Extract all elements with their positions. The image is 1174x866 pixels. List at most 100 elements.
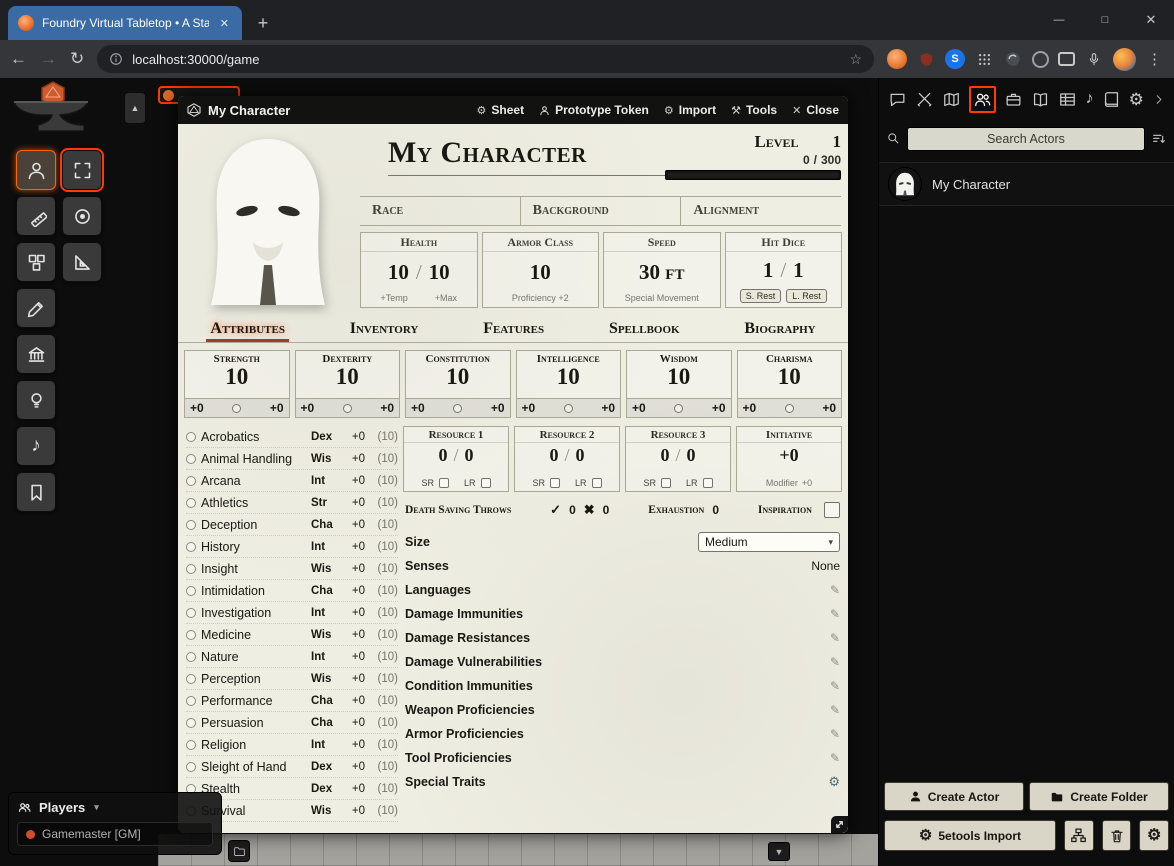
skill-name[interactable]: Nature (201, 650, 306, 664)
skill-row[interactable]: Deception Cha +0 (10) (186, 514, 398, 536)
browser-tab[interactable]: Foundry Virtual Tabletop • A Stan ✕ (8, 6, 242, 40)
long-rest-checkbox[interactable] (481, 478, 491, 488)
resize-handle[interactable] (831, 816, 848, 833)
sheet-window-header[interactable]: My Character ⚙Sheet Prototype Token ⚙Imp… (178, 96, 848, 124)
save-proficiency-radio[interactable] (343, 404, 352, 413)
grid-extension-icon[interactable] (974, 49, 994, 69)
settings-button[interactable]: ⚙ (1139, 820, 1169, 851)
capture-extension-icon[interactable] (1058, 52, 1075, 66)
skill-name[interactable]: Performance (201, 694, 306, 708)
foundry-extension-icon[interactable] (887, 49, 907, 69)
ability-name[interactable]: Charisma (738, 351, 842, 365)
ring-extension-icon[interactable] (1032, 51, 1049, 68)
skill-row[interactable]: Performance Cha +0 (10) (186, 690, 398, 712)
close-sheet-button[interactable]: ✕Close (792, 103, 839, 117)
skill-row[interactable]: Nature Int +0 (10) (186, 646, 398, 668)
alignment-field[interactable]: Alignment (681, 197, 841, 225)
armor-class-box[interactable]: Armor Class 10 Proficiency +2 (482, 232, 600, 308)
long-rest-checkbox[interactable] (703, 478, 713, 488)
health-box[interactable]: Health 10/10 +Temp+Max (360, 232, 478, 308)
actor-list-item[interactable]: My Character (879, 162, 1174, 206)
tab-compendium[interactable] (1102, 90, 1121, 109)
ability-name[interactable]: Intelligence (517, 351, 621, 365)
5etools-import-button[interactable]: ⚙ 5etools Import (884, 820, 1056, 851)
skill-proficiency-radio[interactable] (186, 696, 196, 706)
browser-menu-icon[interactable]: ⋮ (1145, 50, 1164, 68)
skill-row[interactable]: Religion Int +0 (10) (186, 734, 398, 756)
skill-proficiency-radio[interactable] (186, 432, 196, 442)
skill-proficiency-radio[interactable] (186, 586, 196, 596)
ability-name[interactable]: Dexterity (296, 351, 400, 365)
tab-playlists[interactable]: ♪ (1085, 91, 1093, 107)
site-info-icon[interactable] (109, 52, 123, 66)
folder-tree-button[interactable] (1064, 820, 1094, 851)
resource-box[interactable]: Resource 2 0/0 SR LR (514, 426, 620, 492)
skill-name[interactable]: Animal Handling (201, 452, 306, 466)
death-success-icon[interactable]: ✓ (550, 502, 561, 518)
resource-label[interactable]: Resource 2 (515, 427, 619, 443)
skill-name[interactable]: Religion (201, 738, 306, 752)
skill-name[interactable]: Perception (201, 672, 306, 686)
edit-icon[interactable]: ✎ (830, 655, 840, 669)
skill-row[interactable]: History Int +0 (10) (186, 536, 398, 558)
skill-name[interactable]: Sleight of Hand (201, 760, 306, 774)
sidebar-collapse-button[interactable] (1152, 93, 1165, 106)
skill-row[interactable]: Medicine Wis +0 (10) (186, 624, 398, 646)
forward-button[interactable]: → (40, 49, 57, 69)
skill-name[interactable]: Acrobatics (201, 430, 306, 444)
edit-icon[interactable]: ✎ (830, 703, 840, 717)
mic-extension-icon[interactable] (1084, 49, 1104, 69)
walls-tool-button[interactable] (16, 334, 56, 374)
skill-row[interactable]: Sleight of Hand Dex +0 (10) (186, 756, 398, 778)
drawing-tool-button[interactable] (16, 288, 56, 328)
create-actor-button[interactable]: Create Actor (884, 782, 1024, 811)
ability-block[interactable]: Intelligence 10 +0 +0 (516, 350, 622, 418)
skill-row[interactable]: Acrobatics Dex +0 (10) (186, 426, 398, 448)
ability-block[interactable]: Constitution 10 +0 +0 (405, 350, 511, 418)
ability-score[interactable]: 10 (738, 365, 842, 389)
skill-proficiency-radio[interactable] (186, 762, 196, 772)
resource-box[interactable]: Resource 1 0/0 SR LR (403, 426, 509, 492)
swirl-extension-icon[interactable] (1003, 49, 1023, 69)
short-rest-checkbox[interactable] (661, 478, 671, 488)
import-button[interactable]: ⚙Import (664, 103, 716, 117)
sheet-config-button[interactable]: ⚙Sheet (477, 103, 525, 117)
tab-chat[interactable] (888, 90, 907, 109)
search-input[interactable] (907, 127, 1145, 151)
skill-row[interactable]: Perception Wis +0 (10) (186, 668, 398, 690)
death-fail-count[interactable]: 0 (603, 503, 610, 517)
tiles-tool-button[interactable] (16, 242, 56, 282)
skill-row[interactable]: Intimidation Cha +0 (10) (186, 580, 398, 602)
tools-button[interactable]: ⚒Tools (731, 103, 777, 117)
create-folder-button[interactable]: Create Folder (1029, 782, 1169, 811)
initiative-value[interactable]: +0 (737, 445, 841, 466)
macro-folder-button[interactable] (228, 840, 250, 862)
exhaustion-value[interactable]: 0 (712, 503, 719, 517)
skill-row[interactable]: Animal Handling Wis +0 (10) (186, 448, 398, 470)
speed-box[interactable]: Speed 30 ft Special Movement (603, 232, 721, 308)
skill-name[interactable]: Medicine (201, 628, 306, 642)
skill-row[interactable]: Persuasion Cha +0 (10) (186, 712, 398, 734)
ability-name[interactable]: Constitution (406, 351, 510, 365)
new-tab-button[interactable]: + (248, 8, 278, 38)
skill-name[interactable]: Investigation (201, 606, 306, 620)
edit-icon[interactable]: ✎ (830, 607, 840, 621)
ability-score[interactable]: 10 (296, 365, 400, 389)
skill-proficiency-radio[interactable] (186, 454, 196, 464)
ublock-extension-icon[interactable] (916, 49, 936, 69)
resource-box[interactable]: Resource 3 0/0 SR LR (625, 426, 731, 492)
save-proficiency-radio[interactable] (232, 404, 241, 413)
ability-score[interactable]: 10 (185, 365, 289, 389)
ability-block[interactable]: Charisma 10 +0 +0 (737, 350, 843, 418)
ability-block[interactable]: Dexterity 10 +0 +0 (295, 350, 401, 418)
edit-icon[interactable]: ✎ (830, 583, 840, 597)
xp-value[interactable]: 0/300 (665, 153, 841, 167)
token-tool-button[interactable] (16, 150, 56, 190)
foundry-logo[interactable] (4, 80, 118, 143)
skill-name[interactable]: Intimidation (201, 584, 306, 598)
long-rest-button[interactable]: L. Rest (786, 289, 827, 303)
skill-proficiency-radio[interactable] (186, 520, 196, 530)
short-rest-checkbox[interactable] (439, 478, 449, 488)
death-success-count[interactable]: 0 (569, 503, 576, 517)
ability-name[interactable]: Strength (185, 351, 289, 365)
